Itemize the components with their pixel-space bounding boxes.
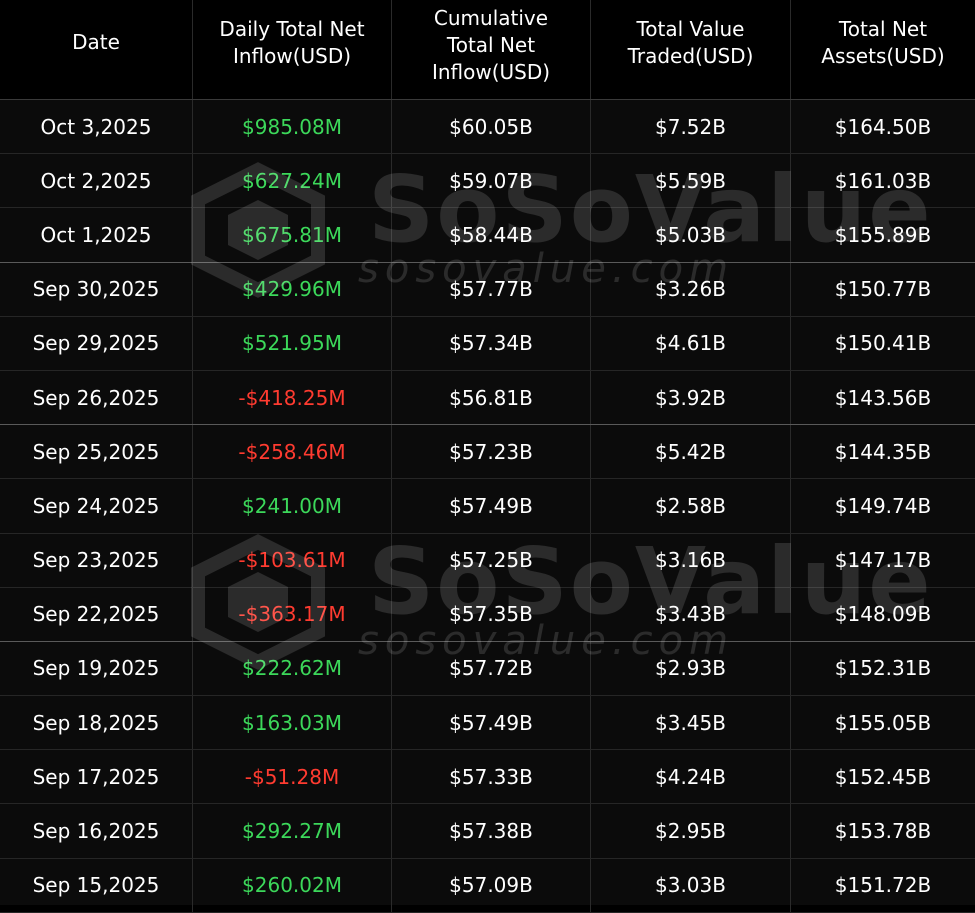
cumulative-net-inflow-cell: $57.35B: [391, 587, 590, 641]
table-row: Sep 18,2025 $163.03M $57.49B $3.45B $155.05B: [0, 696, 975, 751]
cumulative-net-inflow-cell: $57.38B: [391, 804, 590, 858]
table-row: Oct 2,2025 $627.24M $59.07B $5.59B $161.03B: [0, 154, 975, 209]
total-net-assets-cell: $155.05B: [790, 696, 975, 750]
cumulative-net-inflow-cell: $57.72B: [391, 641, 590, 696]
total-net-assets-cell: $151.72B: [790, 858, 975, 912]
daily-net-inflow-cell: -$363.17M: [192, 587, 391, 641]
header-total-value-traded: Total Value Traded(USD): [590, 0, 790, 99]
daily-net-inflow-cell: -$418.25M: [192, 370, 391, 425]
daily-net-inflow-cell: -$258.46M: [192, 425, 391, 479]
table-row: Sep 25,2025 -$258.46M $57.23B $5.42B $144.35…: [0, 425, 975, 480]
date-cell: Sep 19,2025: [32, 656, 160, 681]
table-row: Oct 1,2025 $675.81M $58.44B $5.03B $155.89B: [0, 208, 975, 263]
header-total-net-assets: Total Net Assets(USD): [790, 0, 975, 99]
cumulative-net-inflow-cell: $60.05B: [391, 100, 590, 154]
total-net-assets-cell: $161.03B: [790, 154, 975, 208]
cumulative-net-inflow-cell: $57.49B: [391, 696, 590, 750]
total-net-assets-cell: $150.41B: [790, 316, 975, 370]
table-row: Sep 23,2025 -$103.61M $57.25B $3.16B $147.17…: [0, 533, 975, 588]
daily-net-inflow-cell: $985.08M: [192, 100, 391, 154]
table-body: Oct 3,2025 $985.08M $60.05B $7.52B $164.50B O…: [0, 100, 975, 913]
table-row: Sep 17,2025 -$51.28M $57.33B $4.24B $152.45B: [0, 750, 975, 805]
total-value-traded-cell: $3.16B: [590, 533, 790, 587]
daily-net-inflow-cell: $241.00M: [192, 479, 391, 533]
daily-net-inflow-cell: $627.24M: [192, 154, 391, 208]
date-cell: Oct 2,2025: [40, 168, 152, 193]
total-net-assets-cell: $144.35B: [790, 425, 975, 479]
header-date: Date: [72, 30, 120, 54]
table-row: Sep 26,2025 -$418.25M $56.81B $3.92B $143.56…: [0, 370, 975, 426]
total-net-assets-cell: $149.74B: [790, 479, 975, 533]
daily-net-inflow-cell: $429.96M: [192, 262, 391, 316]
daily-net-inflow-cell: -$51.28M: [192, 750, 391, 804]
date-cell: Sep 18,2025: [32, 710, 160, 735]
date-cell: Sep 24,2025: [32, 493, 160, 518]
date-cell: Sep 23,2025: [32, 548, 160, 573]
date-cell: Sep 17,2025: [32, 764, 160, 789]
date-cell: Sep 16,2025: [32, 819, 160, 844]
total-value-traded-cell: $2.95B: [590, 804, 790, 858]
daily-net-inflow-cell: $260.02M: [192, 858, 391, 912]
date-cell: Sep 26,2025: [32, 385, 160, 410]
total-value-traded-cell: $3.03B: [590, 858, 790, 912]
total-value-traded-cell: $4.24B: [590, 750, 790, 804]
total-value-traded-cell: $2.58B: [590, 479, 790, 533]
date-cell: Sep 29,2025: [32, 331, 160, 356]
daily-net-inflow-cell: $521.95M: [192, 316, 391, 370]
total-value-traded-cell: $5.42B: [590, 425, 790, 479]
table-row: Sep 24,2025 $241.00M $57.49B $2.58B $149.74B: [0, 479, 975, 534]
date-cell: Sep 25,2025: [32, 439, 160, 464]
table-row: Sep 16,2025 $292.27M $57.38B $2.95B $153.78B: [0, 804, 975, 859]
cumulative-net-inflow-cell: $57.77B: [391, 262, 590, 316]
etf-flow-table: Date Daily Total Net Inflow(USD) Cumulat…: [0, 0, 975, 913]
total-value-traded-cell: $3.92B: [590, 370, 790, 425]
total-net-assets-cell: $155.89B: [790, 208, 975, 262]
table-row: Oct 3,2025 $985.08M $60.05B $7.52B $164.50B: [0, 100, 975, 155]
cumulative-net-inflow-cell: $57.34B: [391, 316, 590, 370]
total-net-assets-cell: $147.17B: [790, 533, 975, 587]
date-cell: Oct 1,2025: [40, 222, 152, 247]
total-value-traded-cell: $3.26B: [590, 262, 790, 316]
daily-net-inflow-cell: $163.03M: [192, 696, 391, 750]
total-value-traded-cell: $3.43B: [590, 587, 790, 641]
total-value-traded-cell: $3.45B: [590, 696, 790, 750]
table-row: Sep 30,2025 $429.96M $57.77B $3.26B $150.77B: [0, 262, 975, 317]
daily-net-inflow-cell: $675.81M: [192, 208, 391, 262]
date-cell: Sep 30,2025: [32, 277, 160, 302]
total-net-assets-cell: $152.31B: [790, 641, 975, 696]
header-daily-net-inflow: Daily Total Net Inflow(USD): [192, 0, 391, 99]
cumulative-net-inflow-cell: $57.25B: [391, 533, 590, 587]
total-net-assets-cell: $153.78B: [790, 804, 975, 858]
table-row: Sep 19,2025 $222.62M $57.72B $2.93B $152.31B: [0, 641, 975, 697]
header-cumulative-net-inflow: Cumulative Total Net Inflow(USD): [391, 0, 590, 99]
cumulative-net-inflow-cell: $59.07B: [391, 154, 590, 208]
total-net-assets-cell: $150.77B: [790, 262, 975, 316]
daily-net-inflow-cell: -$103.61M: [192, 533, 391, 587]
cumulative-net-inflow-cell: $57.23B: [391, 425, 590, 479]
table-row: Sep 29,2025 $521.95M $57.34B $4.61B $150.41B: [0, 316, 975, 371]
total-net-assets-cell: $148.09B: [790, 587, 975, 641]
date-cell: Sep 22,2025: [32, 602, 160, 627]
date-cell: Oct 3,2025: [40, 114, 152, 139]
total-value-traded-cell: $7.52B: [590, 100, 790, 154]
cumulative-net-inflow-cell: $57.49B: [391, 479, 590, 533]
daily-net-inflow-cell: $222.62M: [192, 641, 391, 696]
table-header: Date Daily Total Net Inflow(USD) Cumulat…: [0, 0, 975, 100]
total-net-assets-cell: $143.56B: [790, 370, 975, 425]
total-value-traded-cell: $5.03B: [590, 208, 790, 262]
total-net-assets-cell: $152.45B: [790, 750, 975, 804]
table-row: Sep 22,2025 -$363.17M $57.35B $3.43B $148.09…: [0, 587, 975, 642]
cumulative-net-inflow-cell: $58.44B: [391, 208, 590, 262]
total-net-assets-cell: $164.50B: [790, 100, 975, 154]
cumulative-net-inflow-cell: $56.81B: [391, 370, 590, 425]
cumulative-net-inflow-cell: $57.33B: [391, 750, 590, 804]
total-value-traded-cell: $2.93B: [590, 641, 790, 696]
cumulative-net-inflow-cell: $57.09B: [391, 858, 590, 912]
total-value-traded-cell: $4.61B: [590, 316, 790, 370]
daily-net-inflow-cell: $292.27M: [192, 804, 391, 858]
date-cell: Sep 15,2025: [32, 873, 160, 898]
total-value-traded-cell: $5.59B: [590, 154, 790, 208]
